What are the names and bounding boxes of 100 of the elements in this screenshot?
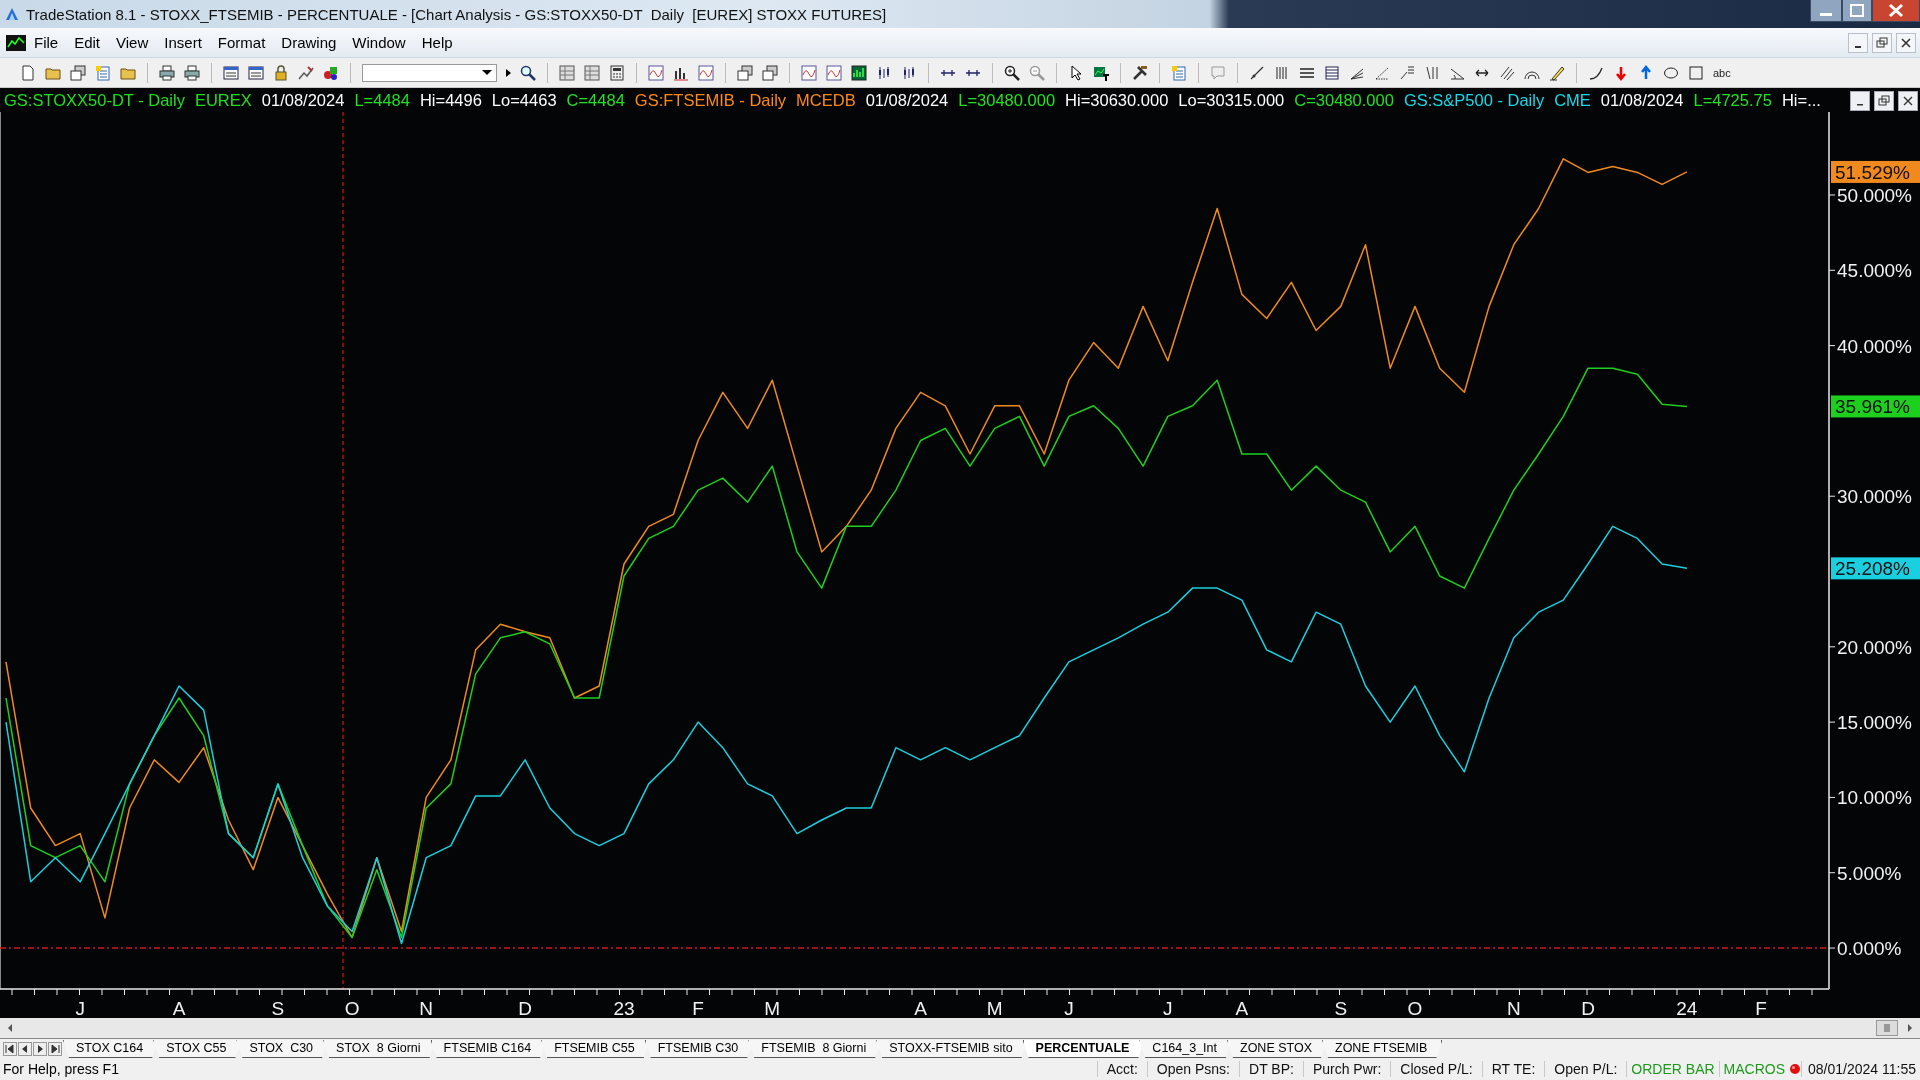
sheet-tab[interactable]: FTSEMIB C55: [541, 1040, 650, 1058]
wave-chart-icon[interactable]: [698, 64, 714, 81]
ellipse-icon[interactable]: [1663, 64, 1679, 81]
candles-icon[interactable]: [876, 64, 892, 81]
app-icon: [4, 6, 20, 22]
last-tab-button[interactable]: [48, 1041, 62, 1056]
pen-chart-icon[interactable]: [298, 64, 314, 81]
stacked-windows-icon[interactable]: [762, 64, 778, 81]
symbol-info: CME: [1554, 90, 1591, 110]
status-label: Acct:: [1096, 1061, 1147, 1077]
table-icon[interactable]: [1324, 64, 1340, 81]
candles-icon[interactable]: [901, 64, 917, 81]
sheet-tab[interactable]: ZONE FTSEMIB: [1322, 1040, 1443, 1058]
printer-icon[interactable]: [159, 64, 175, 81]
grid-window-icon[interactable]: [584, 64, 600, 81]
menu-item[interactable]: Format: [209, 34, 274, 51]
wave-chart-icon[interactable]: [826, 64, 842, 81]
axis-label: O: [1407, 998, 1423, 1018]
bracket-lines-icon[interactable]: [1424, 64, 1440, 81]
axis-label: 0.000%: [1837, 938, 1902, 960]
tools-icon[interactable]: [1132, 64, 1148, 81]
menu-item[interactable]: Drawing: [273, 34, 345, 51]
dropdown-caret-icon[interactable]: [482, 70, 492, 75]
axis-label: J: [1064, 998, 1074, 1018]
colored-shapes-icon[interactable]: [323, 64, 339, 81]
scroll-thumb[interactable]: [1876, 1020, 1898, 1036]
axis-label: A: [914, 998, 927, 1018]
last-value-tag: 51.529%: [1831, 160, 1920, 183]
chart-text-icon[interactable]: [1093, 64, 1109, 81]
restore-button[interactable]: [1872, 32, 1892, 53]
parallel-lines-icon[interactable]: [1499, 64, 1515, 81]
symbol-info: Lo=30315.000: [1178, 90, 1285, 110]
minimize-button[interactable]: [1810, 0, 1842, 22]
minimize-button[interactable]: [1848, 32, 1868, 53]
rectangle-icon[interactable]: [1688, 64, 1704, 81]
symbol-info: C=4484: [566, 90, 625, 110]
trendline-icon[interactable]: [1249, 64, 1265, 81]
list-window-icon[interactable]: [248, 64, 264, 81]
axis-label: M: [986, 998, 1003, 1018]
restore-button[interactable]: [1874, 91, 1894, 111]
first-tab-button[interactable]: [3, 1041, 17, 1056]
axis-label: 40.000%: [1837, 335, 1912, 357]
previous-tab-button[interactable]: [18, 1041, 32, 1056]
document-icon[interactable]: [20, 64, 36, 81]
menu-item[interactable]: Window: [344, 34, 414, 51]
menu-item[interactable]: View: [108, 34, 157, 51]
menu-item[interactable]: Edit: [66, 34, 109, 51]
maximize-button[interactable]: [1842, 0, 1872, 22]
monitor-chart-icon[interactable]: [851, 64, 867, 81]
step-lines-icon[interactable]: [1399, 64, 1415, 81]
status-label: Closed P/L:: [1390, 1061, 1482, 1077]
close-button[interactable]: [1898, 91, 1918, 111]
grip-icon: [1884, 1024, 1890, 1032]
symbol-info: MCEDB: [796, 90, 856, 110]
last-value-tag: 25.208%: [1831, 557, 1920, 580]
caret-icon[interactable]: [506, 68, 511, 77]
sheet-tab[interactable]: C164_3_Int: [1139, 1040, 1232, 1058]
list-window-icon[interactable]: [223, 64, 239, 81]
lock-icon[interactable]: [273, 64, 289, 81]
close-button[interactable]: [1872, 0, 1920, 22]
menu-item[interactable]: Insert: [156, 34, 210, 51]
axis-label: 15.000%: [1837, 712, 1912, 734]
symbol-info: L=4725.75: [1693, 90, 1772, 110]
pencil-icon[interactable]: [1549, 64, 1565, 81]
axis-label: 30.000%: [1837, 486, 1912, 508]
close-button[interactable]: [1896, 32, 1916, 53]
status-label: Purch Pwr:: [1302, 1061, 1391, 1077]
calculator-icon[interactable]: [609, 64, 625, 81]
status-label: Open P/L:: [1544, 1061, 1627, 1077]
vertical-lines-icon[interactable]: [1274, 64, 1290, 81]
zoom-in-icon[interactable]: [1004, 64, 1020, 81]
axis-label: F: [692, 998, 704, 1018]
symbol-info: 01/08/2024: [261, 90, 345, 110]
next-tab-button[interactable]: [33, 1041, 47, 1056]
grid-window-icon[interactable]: [559, 64, 575, 81]
axis-label: J: [1163, 998, 1173, 1018]
symbol-info: GS:S&P500 - Daily: [1403, 90, 1545, 110]
wave-chart-icon[interactable]: [801, 64, 817, 81]
chart-window-icon: [6, 34, 26, 51]
axis-label: F: [1755, 998, 1767, 1018]
stacked-windows-icon[interactable]: [737, 64, 753, 81]
status-label: RT TE:: [1481, 1061, 1545, 1077]
axis-label: D: [1581, 998, 1595, 1018]
stacked-windows-icon[interactable]: [70, 64, 86, 81]
zoom-search-icon[interactable]: [520, 64, 536, 81]
status-dot-icon: [1789, 1063, 1802, 1075]
up-arrow-icon[interactable]: [1638, 64, 1654, 81]
sheet-tab[interactable]: ZONE STOX: [1227, 1040, 1327, 1058]
menu-item[interactable]: File: [26, 34, 67, 51]
axis-label: 23: [613, 998, 635, 1018]
zoom-out-icon[interactable]: [1029, 64, 1045, 81]
wave-chart-icon[interactable]: [648, 64, 664, 81]
symbol-info: L=4484: [354, 90, 410, 110]
pointer-icon[interactable]: [1068, 64, 1084, 81]
axis-label: O: [344, 998, 360, 1018]
menu-item[interactable]: Help: [413, 34, 461, 51]
printer-icon[interactable]: [184, 64, 200, 81]
axis-label: A: [1235, 998, 1249, 1018]
down-arrow-icon[interactable]: [1613, 64, 1629, 81]
text-tool-button[interactable]: abc: [1713, 66, 1731, 79]
